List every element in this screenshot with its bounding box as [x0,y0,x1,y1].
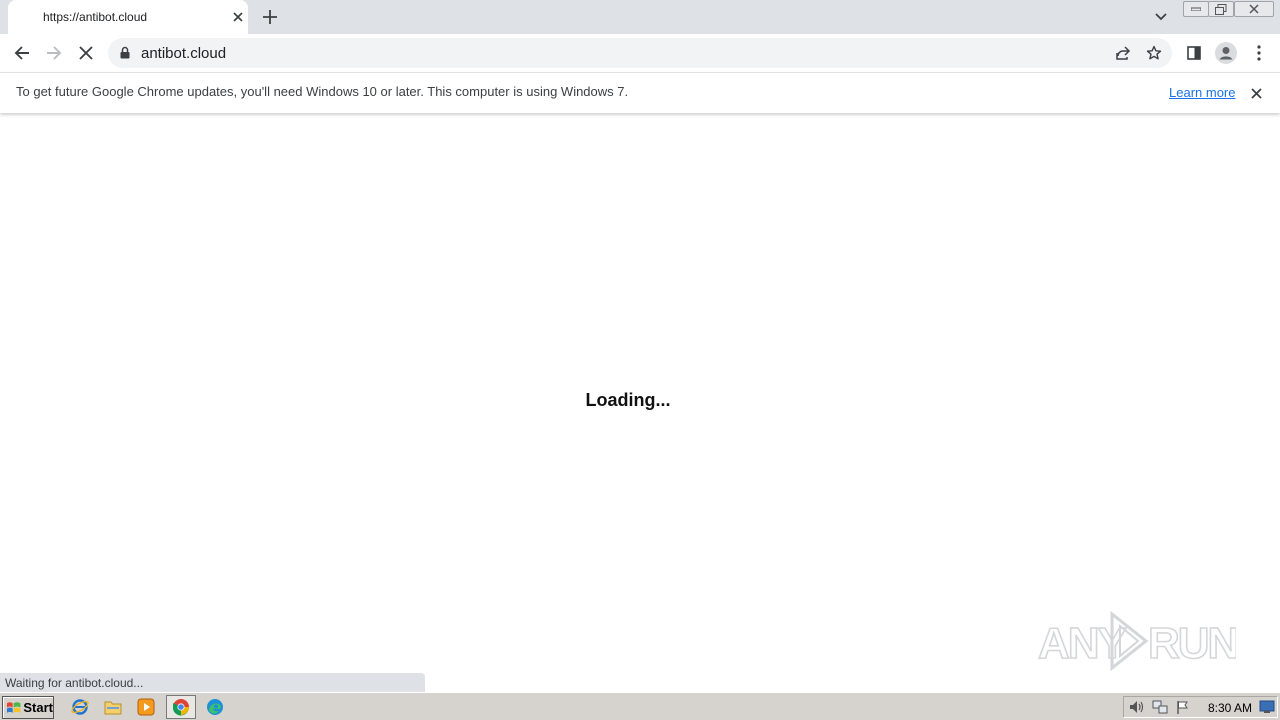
new-tab-button[interactable] [258,5,282,29]
tab-search-chevron-icon[interactable] [1150,6,1172,28]
edge-icon[interactable] [202,696,228,718]
anyrun-watermark-logo: ANY RUN [1036,606,1240,676]
back-button[interactable] [9,40,35,66]
windows-logo-icon [6,701,21,713]
media-player-icon[interactable] [133,696,159,718]
side-panel-icon[interactable] [1181,40,1207,66]
share-icon[interactable] [1110,40,1136,66]
status-bubble: Waiting for antibot.cloud... [0,673,425,692]
stop-loading-button[interactable] [73,40,99,66]
browser-toolbar: antibot.cloud [0,34,1280,72]
chrome-taskbar-button[interactable] [166,695,196,719]
tab-title: https://antibot.cloud [43,10,148,24]
start-button[interactable]: Start [2,696,54,719]
svg-text:RUN: RUN [1148,619,1236,668]
internet-explorer-icon[interactable] [67,696,93,718]
learn-more-link[interactable]: Learn more [1169,85,1235,100]
start-label: Start [23,700,53,715]
action-center-flag-icon[interactable] [1176,700,1190,720]
tab-close-icon[interactable] [228,7,248,27]
chrome-menu-icon[interactable] [1246,40,1272,66]
bookmark-star-icon[interactable] [1141,40,1167,66]
show-desktop-icon[interactable] [1259,700,1275,719]
address-bar[interactable]: antibot.cloud [108,38,1172,68]
lock-icon[interactable] [120,46,130,64]
windows-taskbar: Start 8:30 AM [0,692,1280,720]
window-minimize-button[interactable] [1183,1,1209,17]
chrome-icon [172,699,189,716]
system-tray [1123,696,1278,718]
taskbar-clock[interactable]: 8:30 AM [1208,701,1252,715]
window-close-button[interactable] [1234,1,1274,17]
network-icon[interactable] [1152,700,1168,720]
file-explorer-icon[interactable] [100,696,126,718]
url-text[interactable]: antibot.cloud [141,45,226,62]
forward-button[interactable] [41,40,67,66]
window-restore-button[interactable] [1208,1,1234,17]
infobar-close-icon[interactable] [1246,83,1266,103]
tab-strip: https://antibot.cloud [0,0,1280,34]
infobar-message: To get future Google Chrome updates, you… [16,84,629,99]
profile-avatar-icon[interactable] [1213,40,1239,66]
volume-icon[interactable] [1129,700,1145,719]
update-infobar: To get future Google Chrome updates, you… [0,72,1280,113]
loading-text: Loading... [585,390,671,410]
tab-active[interactable]: https://antibot.cloud [8,0,248,34]
